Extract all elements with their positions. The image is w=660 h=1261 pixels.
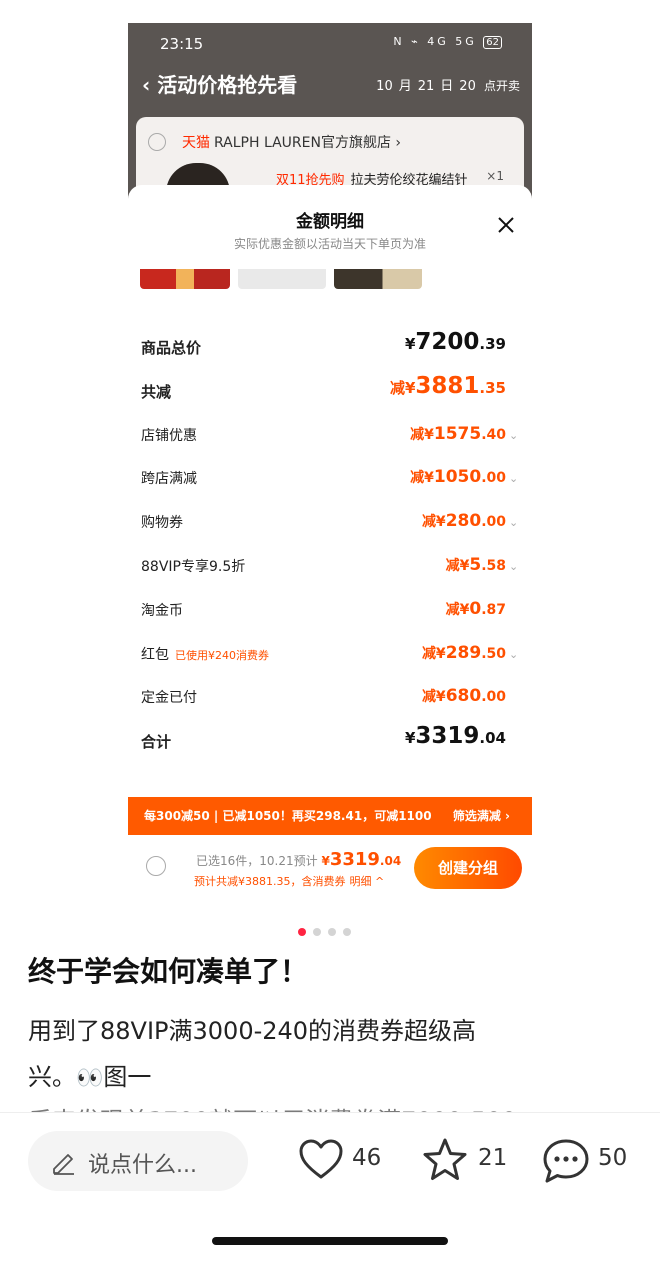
amount-row[interactable]: 88VIP专享9.5折 减¥5.58 ⌄ (141, 544, 519, 588)
carousel-dot[interactable] (328, 928, 336, 936)
amount-row-label: 淘金币 (141, 602, 183, 619)
chevron-down-icon: ⌄ (509, 559, 519, 573)
sheet-title: 金额明细 (296, 212, 364, 232)
chevron-down-icon: ⌄ (509, 516, 519, 530)
sale-date-suffix: 点开卖 (483, 79, 520, 93)
amount-row-label: 商品总价 (141, 339, 202, 357)
amount-row-value: 减¥680.00 (421, 686, 506, 707)
eyes-emoji-icon: 👀 (76, 1066, 104, 1091)
amount-row-label: 店铺优惠 (141, 427, 197, 444)
amount-row: 淘金币 减¥0.87 (141, 588, 519, 632)
amount-row: 合计 ¥3319.04 (141, 719, 519, 763)
amount-row-label: 跨店满减 (141, 471, 197, 488)
status-time: 23:15 (160, 35, 204, 53)
battery-icon: 62 (483, 36, 502, 49)
chevron-down-icon: ⌄ (509, 428, 519, 442)
create-group-button: 创建分组 (414, 847, 522, 889)
select-all-radio (146, 856, 166, 876)
detail-toggle: 明细 ^ (349, 875, 385, 888)
amount-row-value: 减¥289.50 ⌄ (421, 642, 519, 663)
carousel-dot[interactable] (313, 928, 321, 936)
tmall-tag: 天猫 (182, 135, 210, 151)
amount-row-value: 减¥5.58 ⌄ (445, 554, 519, 575)
discount-summary: 预计共减¥3881.35，含消费券 明细 ^ (194, 875, 385, 888)
chat-bubble-icon (543, 1139, 589, 1183)
pencil-icon (53, 1154, 74, 1175)
heart-icon (299, 1139, 343, 1179)
status-icons: N ⌁ 4G 5G 62 (393, 35, 502, 49)
amount-row[interactable]: 店铺优惠 减¥1575.40 ⌄ (141, 413, 519, 457)
chevron-down-icon: ⌄ (509, 472, 519, 486)
amount-row: 定金已付 减¥680.00 (141, 675, 519, 719)
comment-placeholder: 说点什么... (88, 1153, 197, 1178)
shop-select-radio (148, 133, 166, 151)
product-qty: ×1 (486, 169, 504, 183)
amount-row: 共减 减¥3881.35 (141, 369, 519, 413)
amount-row-value: ¥7200.39 (404, 329, 506, 355)
carousel-dot[interactable] (343, 928, 351, 936)
chevron-down-icon: ⌄ (509, 647, 519, 661)
product-strip-image (334, 269, 422, 289)
amount-row[interactable]: 跨店满减 减¥1050.00 ⌄ (141, 456, 519, 500)
carousel-indicator[interactable] (298, 921, 358, 940)
shop-name: 天猫 RALPH LAUREN官方旗舰店 › (182, 135, 402, 151)
network-icons: N ⌁ 4G 5G (393, 35, 477, 48)
amount-row-value: 减¥0.87 (445, 598, 506, 619)
filter-full-reduction-link: 筛选满减 › (452, 809, 510, 823)
like-count: 46 (352, 1145, 382, 1171)
product-strip-image (140, 269, 230, 289)
amount-row-label: 定金已付 (141, 690, 197, 707)
embedded-screenshot: 23:15 N ⌁ 4G 5G 62 ‹ 活动价格抢先看 10 月 21 日 20 点开… (128, 23, 532, 900)
back-arrow-icon: ‹ (142, 73, 151, 97)
bottom-action-bar: 说点什么... 46 21 50 (0, 1112, 660, 1261)
amount-row-label: 共减 (141, 382, 172, 401)
carousel-dot[interactable] (298, 928, 306, 936)
star-icon (423, 1138, 467, 1180)
amount-row[interactable]: 红包 已使用¥240消费券 减¥289.50 ⌄ (141, 632, 519, 676)
post-body-cut-line: 后来发现单3700就可以用消费券满7000-500 (28, 1098, 638, 1112)
post-body-line: 用到了88VIP满3000-240的消费券超级高 (28, 1017, 477, 1045)
amount-row-value: 减¥280.00 ⌄ (421, 511, 519, 532)
post-title: 终于学会如何凑单了！ (28, 955, 309, 988)
amount-row-label: 购物券 (141, 515, 183, 532)
home-indicator (212, 1237, 448, 1245)
favorite-count: 21 (478, 1145, 508, 1171)
full-reduction-banner: 每300减50 | 已减1050！再买298.41，可减1100 筛选满减 › (128, 797, 532, 835)
amount-row-value: 减¥1050.00 ⌄ (410, 467, 519, 488)
close-icon (498, 217, 514, 233)
amount-row-label: 88VIP专享9.5折 (141, 558, 246, 575)
post-body: 用到了88VIP满3000-240的消费券超级高 兴。👀图一 (28, 1008, 618, 1102)
amount-row-value: 减¥3881.35 (389, 372, 506, 399)
coupon-note: 已使用¥240消费券 (175, 648, 269, 662)
amount-rows: 商品总价 ¥7200.39 共减 减¥3881.35 店铺优惠 减¥1575.40 ⌄ 跨店满… (141, 325, 519, 763)
estimated-price: ¥3319.04 (321, 849, 402, 870)
sale-date: 10 月 21 日 20 点开卖 (376, 79, 520, 94)
comment-count: 50 (598, 1145, 628, 1171)
product-strip-image (238, 269, 326, 289)
amount-detail-sheet: 金额明细 实际优惠金额以活动当天下单页为准 商品总价 ¥7200.39 共减 减¥38… (128, 185, 532, 900)
checkout-bar: 已选16件，10.21预计 ¥3319.04 预计共减¥3881.35，含消费券… (128, 835, 532, 900)
sheet-subtitle: 实际优惠金额以活动当天下单页为准 (233, 237, 426, 251)
status-bar: 23:15 N ⌁ 4G 5G 62 (128, 23, 532, 63)
comment-input[interactable]: 说点什么... (28, 1131, 248, 1191)
banner-text: 每300减50 | 已减1050！再买298.41，可减1100 (144, 809, 432, 823)
amount-row: 商品总价 ¥7200.39 (141, 325, 519, 369)
post-body-line: 兴。👀图一 (28, 1063, 152, 1091)
amount-row-label: 红包 已使用¥240消费券 (141, 646, 269, 663)
selected-summary: 已选16件，10.21预计 ¥3319.04 (196, 849, 402, 870)
amount-row-value: ¥3319.04 (404, 723, 506, 750)
nav-title: ‹ 活动价格抢先看 (142, 69, 297, 98)
dimmed-page-background: 23:15 N ⌁ 4G 5G 62 ‹ 活动价格抢先看 10 月 21 日 20 点开… (128, 23, 532, 217)
amount-row-label: 合计 (141, 733, 172, 752)
nav-title-text: 活动价格抢先看 (157, 73, 298, 97)
amount-row[interactable]: 购物券 减¥280.00 ⌄ (141, 500, 519, 544)
amount-row-value: 减¥1575.40 ⌄ (410, 423, 519, 444)
